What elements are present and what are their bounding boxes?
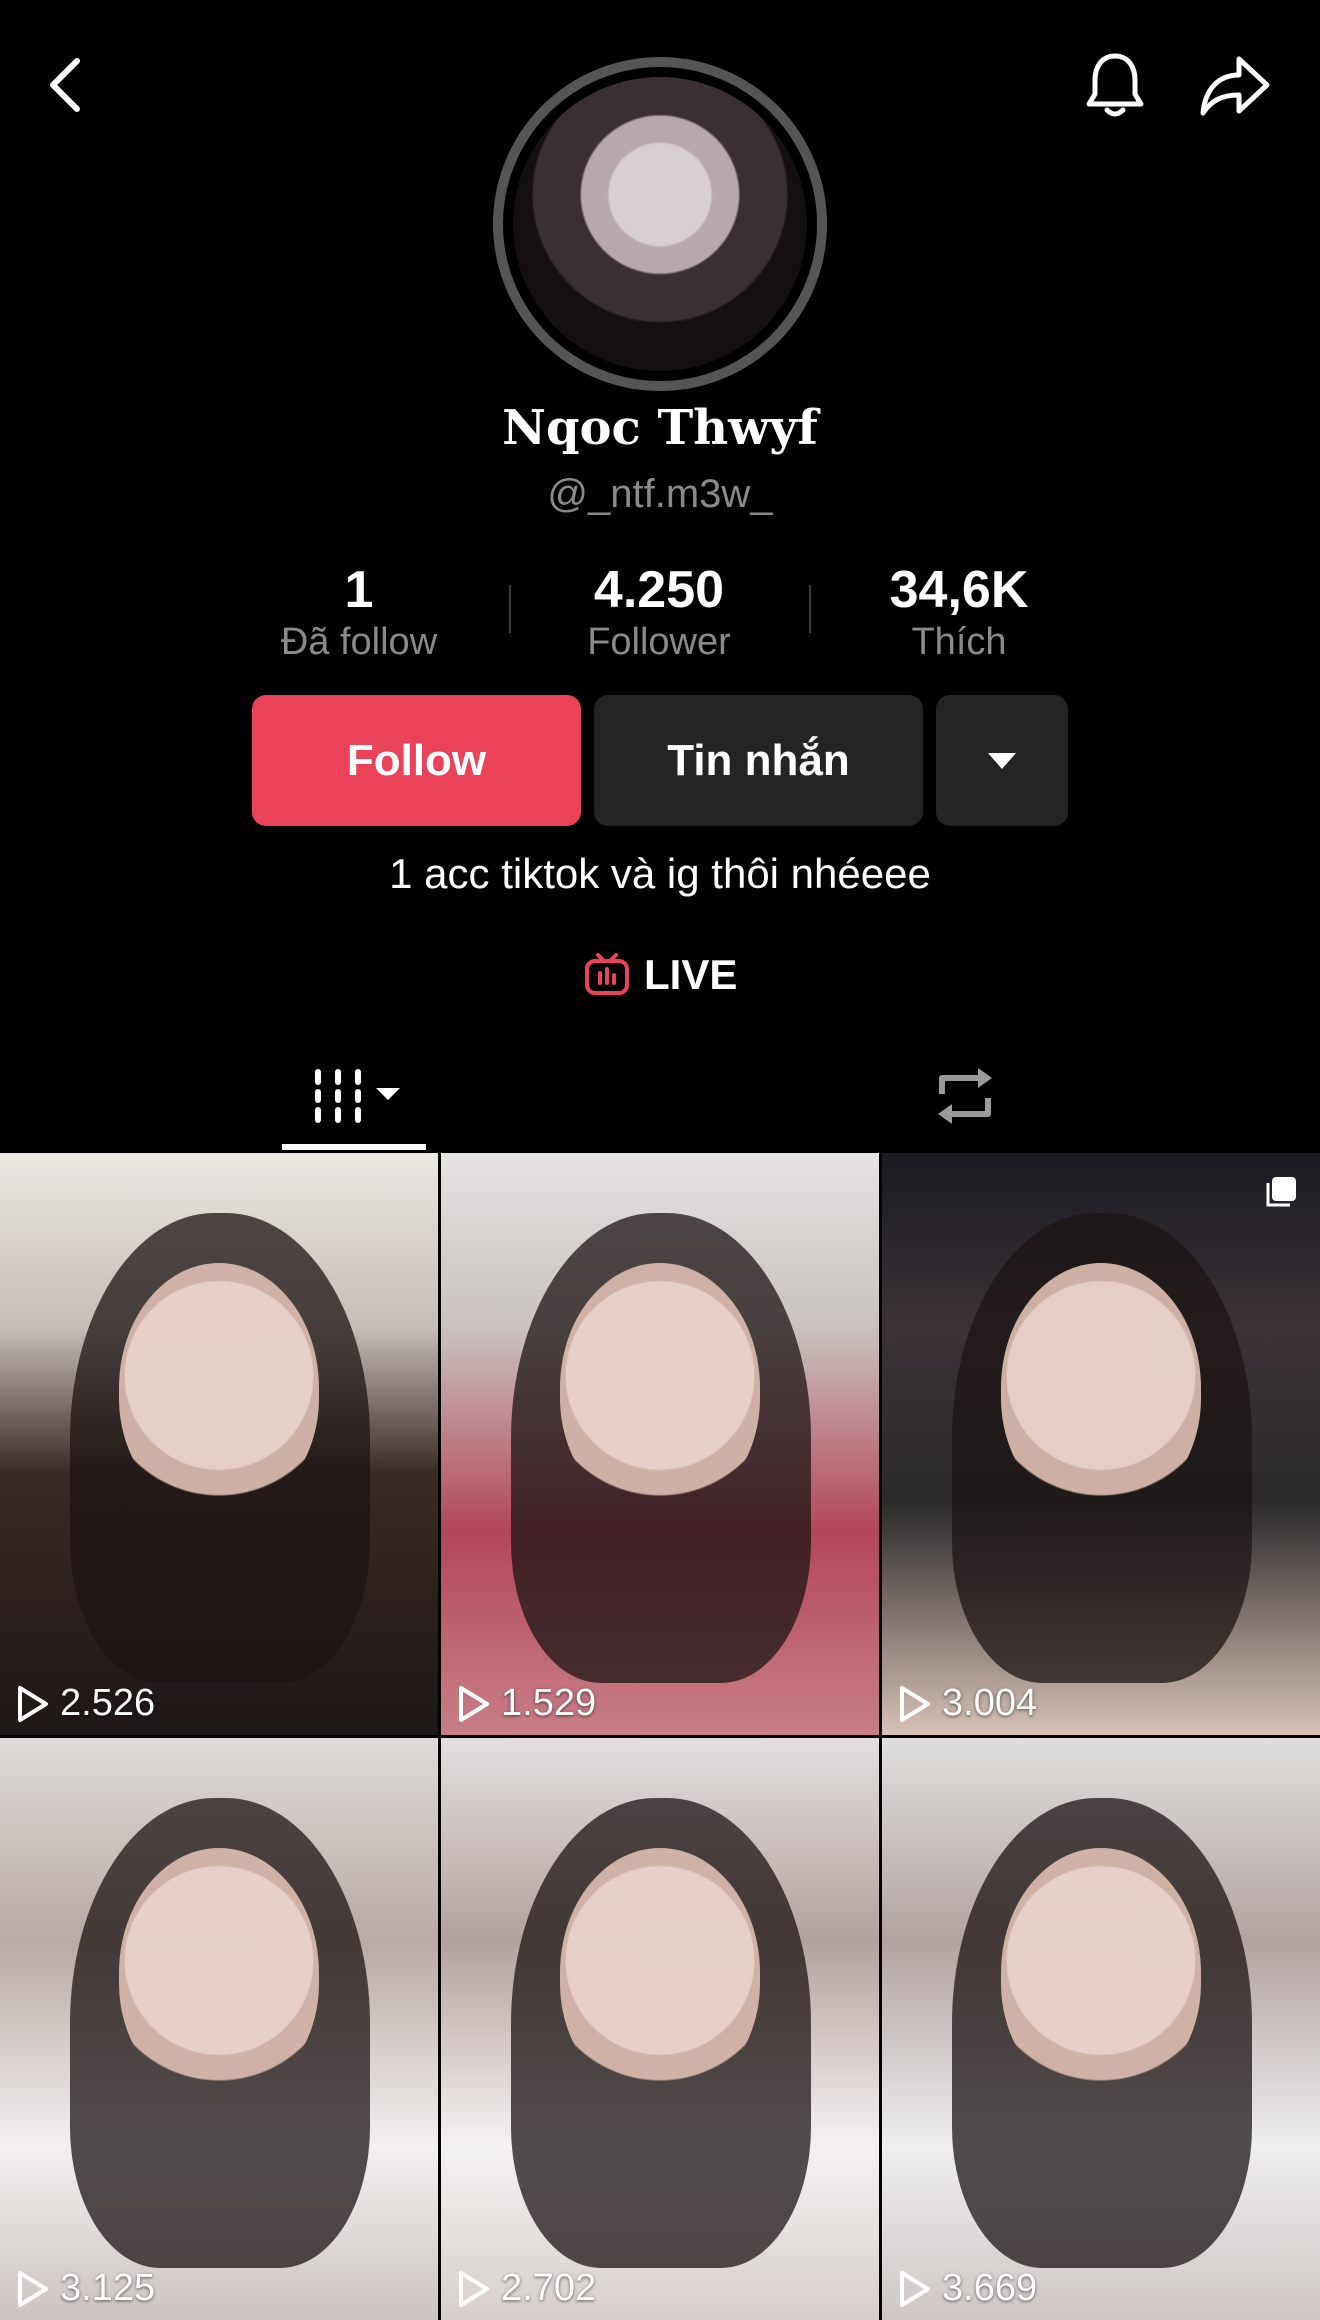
stat-label: Đã follow <box>280 621 438 663</box>
view-count: 3.004 <box>898 1682 1037 1725</box>
notifications-button[interactable] <box>1075 45 1155 125</box>
video-thumbnail[interactable]: 2.526 <box>0 1153 438 1735</box>
repost-icon <box>938 1068 992 1124</box>
follow-button[interactable]: Follow <box>252 695 581 826</box>
thumbnail-image <box>1001 1263 1201 1513</box>
back-button[interactable] <box>30 45 100 125</box>
display-name: Nqoc Thwyf <box>502 400 818 456</box>
view-count: 3.125 <box>16 2267 155 2310</box>
avatar-ring[interactable] <box>493 57 827 391</box>
thumbnail-image <box>560 1848 760 2098</box>
multi-photo-icon <box>1266 1177 1296 1207</box>
view-count: 1.529 <box>457 1682 596 1725</box>
thumbnail-image <box>119 1848 319 2098</box>
live-label: LIVE <box>644 951 738 998</box>
content-tabs <box>0 1040 1320 1152</box>
stat-label: Thích <box>911 621 1007 663</box>
thumbnail-image <box>1001 1848 1201 2098</box>
video-grid: 2.526 1.529 3.004 3.125 2.702 3.669 <box>0 1153 1320 2320</box>
play-icon <box>459 1685 489 1722</box>
message-button[interactable]: Tin nhắn <box>594 695 923 826</box>
play-icon <box>459 2270 489 2307</box>
caret-down-icon <box>988 752 1016 769</box>
tab-reposts[interactable] <box>900 1040 1030 1152</box>
bio-text: 1 acc tiktok và ig thôi nhéeee <box>389 850 931 897</box>
share-arrow-icon <box>1200 56 1270 116</box>
view-count-text: 3.004 <box>942 1682 1038 1724</box>
thumbnail-image <box>560 1263 760 1513</box>
thumbnail-image <box>119 1263 319 1513</box>
view-count-text: 2.526 <box>60 1682 156 1724</box>
view-count-text: 3.125 <box>60 2267 156 2309</box>
view-count: 2.702 <box>457 2267 596 2310</box>
view-count: 3.669 <box>898 2267 1037 2310</box>
stats-row: 1 Đã follow 4.250 Follower 34,6K Thích <box>0 560 1320 670</box>
stat-value: 34,6K <box>889 561 1029 619</box>
view-count-text: 3.669 <box>942 2267 1038 2309</box>
avatar <box>513 77 807 371</box>
stat-divider <box>509 585 511 633</box>
more-button[interactable] <box>936 695 1068 826</box>
play-icon <box>18 1685 48 1722</box>
stat-value: 1 <box>344 561 374 619</box>
bell-icon <box>1086 53 1144 117</box>
tab-indicator <box>282 1144 426 1150</box>
video-thumbnail[interactable]: 3.669 <box>882 1738 1320 2320</box>
chevron-left-icon <box>50 58 80 112</box>
grid-icon <box>315 1069 400 1123</box>
video-thumbnail[interactable]: 1.529 <box>441 1153 879 1735</box>
play-icon <box>18 2270 48 2307</box>
stat-likes[interactable]: 34,6K Thích <box>809 560 1109 664</box>
video-thumbnail[interactable]: 2.702 <box>441 1738 879 2320</box>
video-thumbnail[interactable]: 3.004 <box>882 1153 1320 1735</box>
stat-divider <box>809 585 811 633</box>
play-icon <box>900 2270 930 2307</box>
view-count-text: 2.702 <box>501 2267 597 2309</box>
video-thumbnail[interactable]: 3.125 <box>0 1738 438 2320</box>
tv-icon <box>585 953 629 995</box>
username: @_ntf.m3w_ <box>547 472 773 516</box>
share-button[interactable] <box>1190 45 1280 125</box>
stat-followers[interactable]: 4.250 Follower <box>509 560 809 664</box>
stat-value: 4.250 <box>593 561 725 619</box>
tab-videos[interactable] <box>282 1040 426 1152</box>
stat-following[interactable]: 1 Đã follow <box>209 560 509 664</box>
stat-label: Follower <box>587 621 731 663</box>
view-count: 2.526 <box>16 1682 155 1725</box>
view-count-text: 1.529 <box>501 1682 597 1724</box>
play-icon <box>900 1685 930 1722</box>
live-link[interactable]: LIVE <box>584 945 737 1005</box>
